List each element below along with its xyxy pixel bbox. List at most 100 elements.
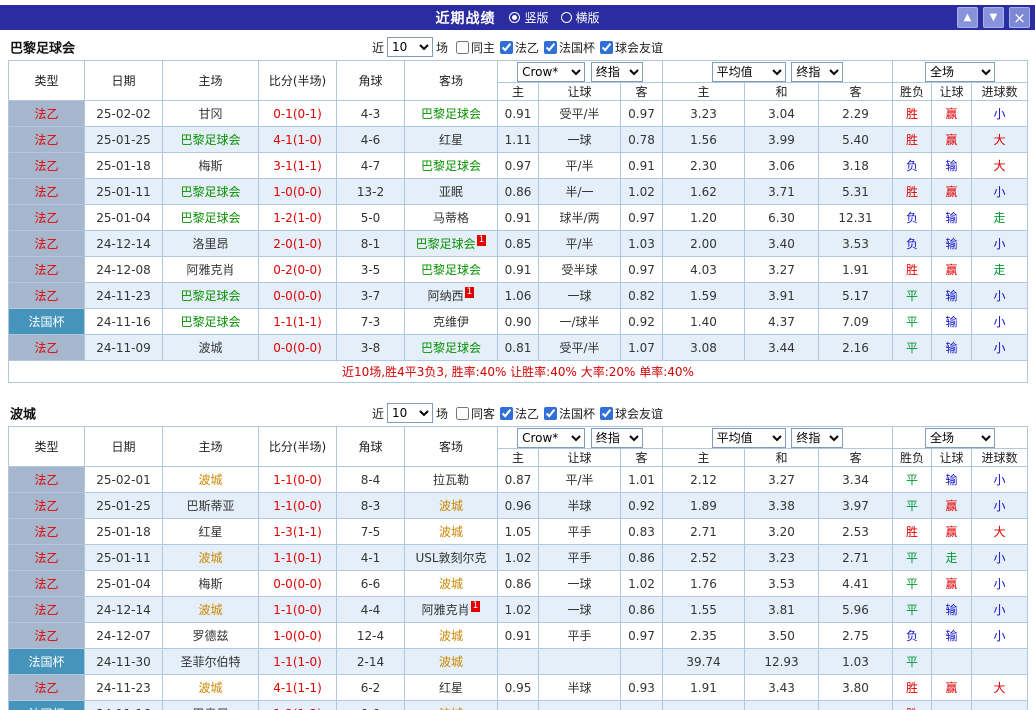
avg-draw: 4.37 [745,309,819,335]
red-card-badge: 1 [471,601,481,612]
checkbox-input[interactable] [500,407,513,420]
match-score: 1-2(1-0) [259,205,337,231]
team-section-paris: 巴黎足球会 近 10 场 同主法乙法国杯球会友谊 类型 日期 主场 比分(半场)… [8,34,1027,383]
result-scope-select[interactable]: 全场 [925,62,995,82]
down-arrow-button[interactable]: ▼ [983,7,1004,28]
result-handicap: 输 [932,335,972,361]
checkbox-input[interactable] [544,407,557,420]
avg-home [663,701,745,710]
team-name: 巴黎足球会 [10,38,75,57]
match-date: 24-12-08 [85,257,163,283]
avg-away: 2.29 [819,101,893,127]
euro-odds-stage-select[interactable]: 终指 [791,62,843,82]
odds-away: 0.78 [621,127,663,153]
odds-home: 0.96 [498,493,539,519]
odds-home: 0.91 [498,623,539,649]
corner-count: 2-14 [337,649,405,675]
match-count-select[interactable]: 10 [387,37,433,57]
up-arrow-button[interactable]: ▲ [957,7,978,28]
result-goals: 大 [972,519,1028,545]
filter-checkbox-group: 同主法乙法国杯球会友谊 [451,39,663,56]
euro-odds-type-select[interactable]: 平均值 [712,428,786,448]
match-score: 1-1(0-1) [259,545,337,571]
col-header-home: 主场 [163,61,259,101]
away-team: 红星 [405,127,498,153]
filter-checkbox-1[interactable]: 法乙 [500,405,539,422]
filter-checkbox-0[interactable]: 同主 [456,39,495,56]
match-count-select[interactable]: 10 [387,403,433,423]
match-row: 法乙24-12-07罗德兹1-0(0-0)12-4波城0.91平手0.972.3… [9,623,1028,649]
filter-checkbox-0[interactable]: 同客 [456,405,495,422]
close-button[interactable]: × [1009,7,1030,28]
checkbox-input[interactable] [544,41,557,54]
result-outcome: 胜 [893,519,932,545]
match-date: 25-01-25 [85,127,163,153]
home-team: 洛里昂 [163,231,259,257]
match-date: 25-01-18 [85,153,163,179]
corner-count: 12-4 [337,623,405,649]
result-outcome: 负 [893,231,932,257]
filter-checkbox-3[interactable]: 球会友谊 [600,405,663,422]
team-section-pau: 波城 近 10 场 同客法乙法国杯球会友谊 类型 日期 主场 比分(半场) 角球… [8,400,1027,710]
match-date: 24-11-23 [85,283,163,309]
league-type: 法乙 [9,101,85,127]
filter-checkbox-2[interactable]: 法国杯 [544,39,595,56]
euro-odds-type-select[interactable]: 平均值 [712,62,786,82]
avg-draw: 3.20 [745,519,819,545]
bookmaker-select[interactable]: Crow* [517,428,585,448]
avg-away: 2.75 [819,623,893,649]
result-goals: 小 [972,231,1028,257]
match-score: 1-0(0-0) [259,623,337,649]
checkbox-label: 法乙 [515,405,539,422]
away-team: 马蒂格 [405,205,498,231]
odds-home: 0.90 [498,309,539,335]
league-type: 法乙 [9,179,85,205]
match-date: 24-11-16 [85,309,163,335]
odds-home: 1.02 [498,545,539,571]
match-date: 25-02-02 [85,101,163,127]
result-goals: 小 [972,335,1028,361]
checkbox-input[interactable] [456,41,469,54]
subcol-avg-home: 主 [663,83,745,101]
league-type: 法乙 [9,519,85,545]
odds-handicap: 一球 [539,127,621,153]
match-score: 1-3(1-1) [259,519,337,545]
asian-odds-header: Crow* 终指 [498,427,663,449]
odds-handicap: 球半/两 [539,205,621,231]
radio-icon [509,12,520,23]
odds-handicap: 半球 [539,493,621,519]
checkbox-input[interactable] [500,41,513,54]
away-team: 阿纳西1 [405,283,498,309]
odds-handicap: 一球 [539,283,621,309]
layout-radio-0[interactable]: 竖版 [509,9,548,26]
checkbox-input[interactable] [600,41,613,54]
bookmaker-select[interactable]: Crow* [517,62,585,82]
layout-radio-1[interactable]: 横版 [561,9,600,26]
away-team: 红星 [405,675,498,701]
result-handicap: 赢 [932,675,972,701]
subcol-avg-draw: 和 [745,83,819,101]
result-goals: 走 [972,257,1028,283]
filter-checkbox-2[interactable]: 法国杯 [544,405,595,422]
subcol-odds-away: 客 [621,83,663,101]
matches-table: 类型 日期 主场 比分(半场) 角球 客场 Crow* 终指 平均值 终指 全场 [8,60,1028,383]
asian-odds-stage-select[interactable]: 终指 [591,428,643,448]
asian-odds-stage-select[interactable]: 终指 [591,62,643,82]
avg-home: 2.52 [663,545,745,571]
result-scope-select[interactable]: 全场 [925,428,995,448]
checkbox-input[interactable] [456,407,469,420]
result-handicap [932,701,972,710]
filter-checkbox-3[interactable]: 球会友谊 [600,39,663,56]
result-outcome: 平 [893,309,932,335]
result-outcome: 胜 [893,257,932,283]
result-outcome: 平 [893,493,932,519]
filter-checkbox-1[interactable]: 法乙 [500,39,539,56]
checkbox-input[interactable] [600,407,613,420]
avg-away [819,701,893,710]
checkbox-label: 同客 [471,405,495,422]
match-date: 25-01-11 [85,179,163,205]
odds-home: 0.81 [498,335,539,361]
odds-away [621,649,663,675]
result-goals [972,649,1028,675]
euro-odds-stage-select[interactable]: 终指 [791,428,843,448]
